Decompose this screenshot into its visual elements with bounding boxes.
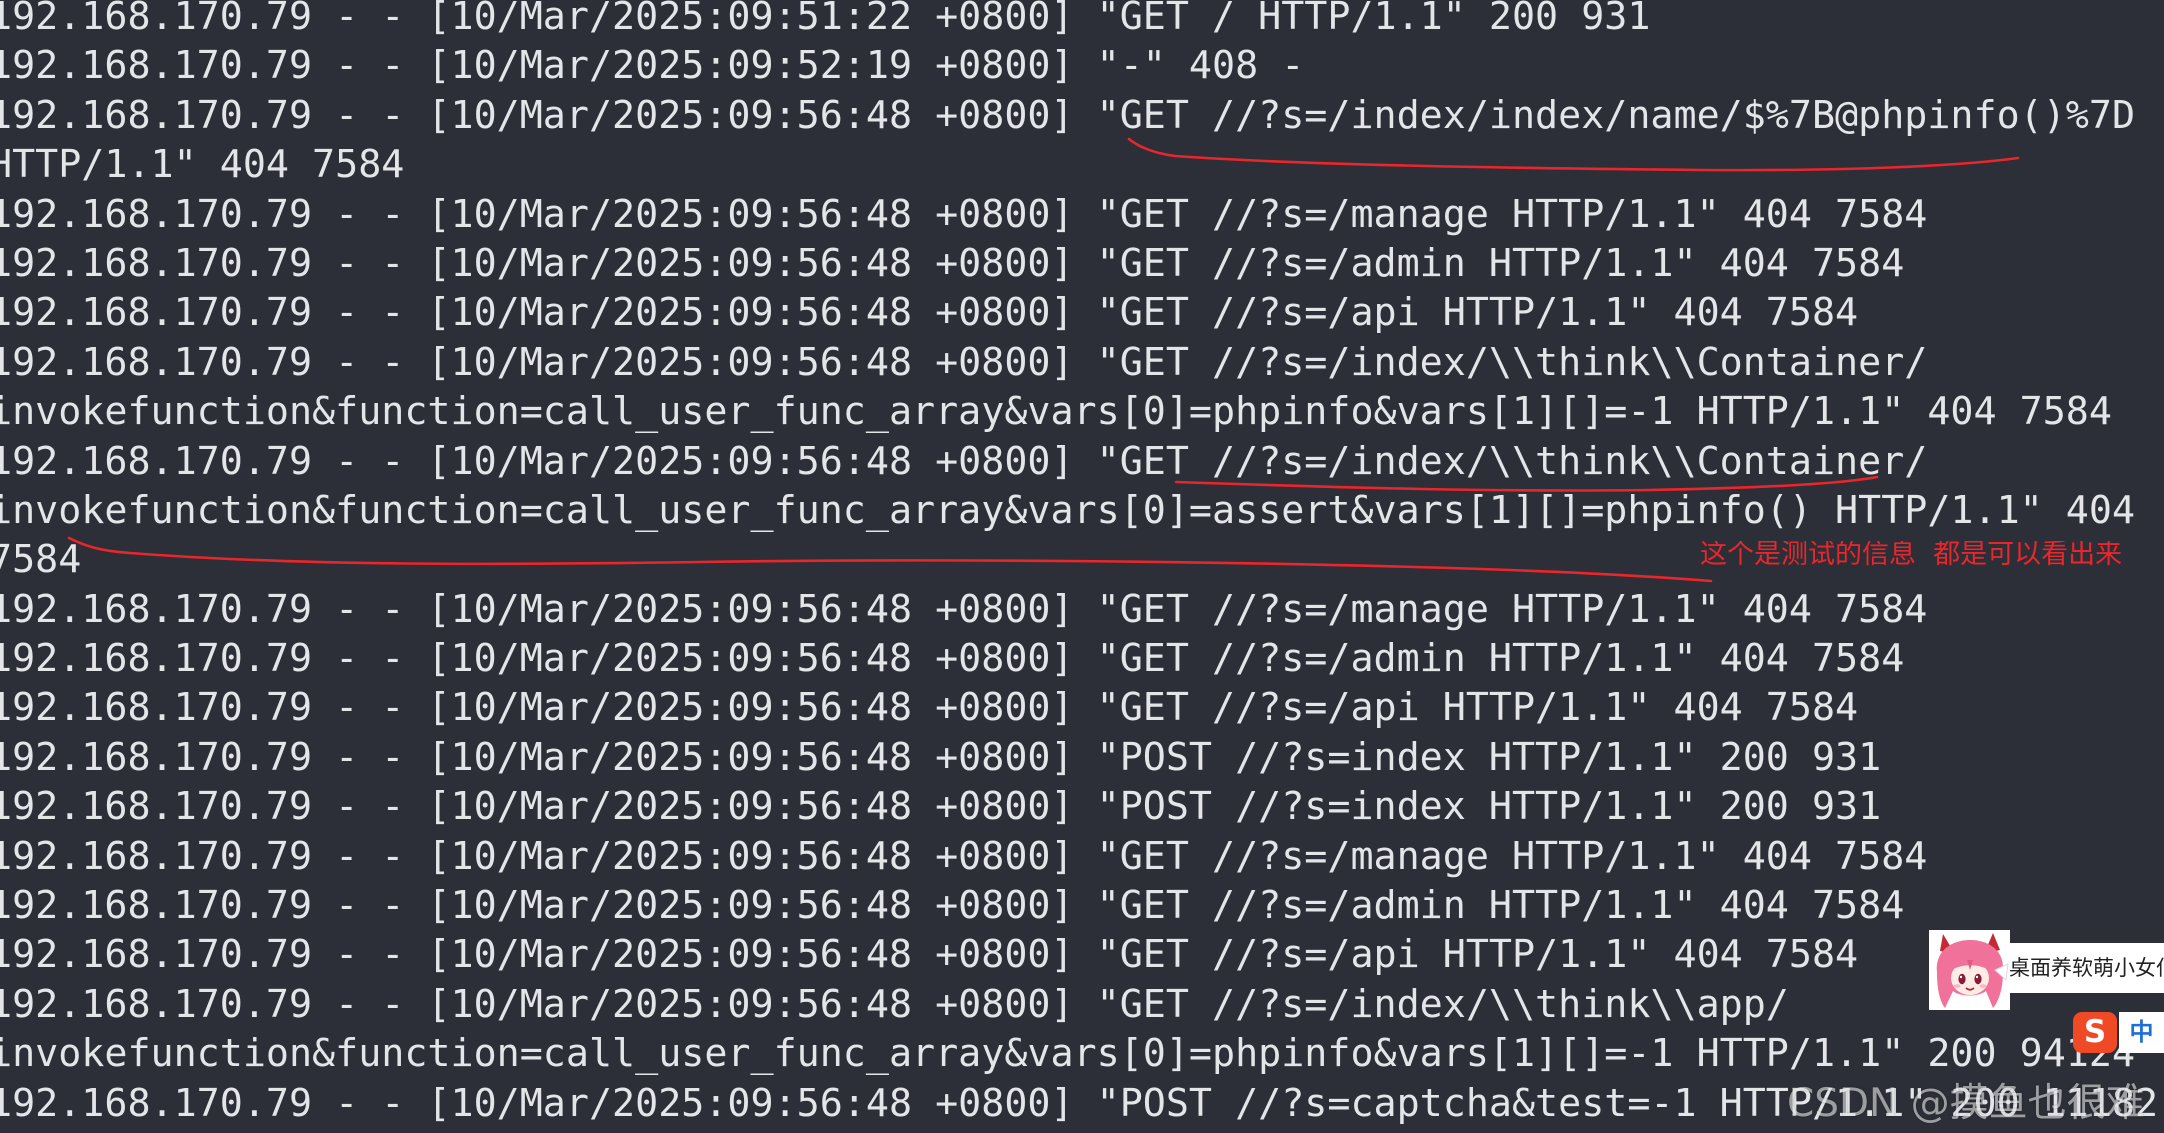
annotation-note: 这个是测试的信息 都是可以看出来 [1700,541,2123,569]
log-line: 192.168.170.79 - - [10/Mar/2025:09:56:48… [0,932,1859,978]
log-line: 192.168.170.79 - - [10/Mar/2025:09:56:48… [0,92,2136,138]
log-line-continuation: invokefunction&function=call_user_func_a… [0,389,2112,435]
log-line: 192.168.170.79 - - [10/Mar/2025:09:56:48… [0,883,1905,929]
desktop-pet-widget[interactable]: 桌面养软萌小女仆 [1929,930,2164,1010]
log-line: 192.168.170.79 - - [10/Mar/2025:09:56:48… [0,636,1905,682]
log-line: 192.168.170.79 - - [10/Mar/2025:09:56:48… [0,833,1928,879]
log-line-continuation: invokefunction&function=call_user_func_a… [0,1031,2136,1077]
log-line: 192.168.170.79 - - [10/Mar/2025:09:56:48… [0,191,1928,237]
log-line: 192.168.170.79 - - [10/Mar/2025:09:51:22… [0,0,1651,39]
log-line: 192.168.170.79 - - [10/Mar/2025:09:56:48… [0,586,1928,632]
anime-girl-avatar-icon[interactable] [1929,930,2010,1010]
log-line-continuation: HTTP/1.1" 404 7584 [0,142,405,188]
log-line: 192.168.170.79 - - [10/Mar/2025:09:56:48… [0,438,1928,484]
desktop-pet-label: 桌面养软萌小女仆 [2009,956,2164,980]
log-line: 192.168.170.79 - - [10/Mar/2025:09:56:48… [0,784,1882,830]
csdn-watermark: CSDN @摸鱼也很难 [1787,1082,2145,1126]
desktop-pet-label-box[interactable]: 桌面养软萌小女仆 [2009,943,2164,993]
log-line: 192.168.170.79 - - [10/Mar/2025:09:56:48… [0,981,1789,1027]
log-line: 192.168.170.79 - - [10/Mar/2025:09:56:48… [0,290,1859,336]
log-line-continuation: invokefunction&function=call_user_func_a… [0,487,2136,533]
log-line: 192.168.170.79 - - [10/Mar/2025:09:56:48… [0,240,1905,286]
sogou-logo-icon[interactable]: S [2073,1012,2117,1053]
log-line: 192.168.170.79 - - [10/Mar/2025:09:56:48… [0,685,1859,731]
log-line: 192.168.170.79 - - [10/Mar/2025:09:56:48… [0,339,1928,385]
log-line: 192.168.170.79 - - [10/Mar/2025:09:52:19… [0,43,1305,89]
ime-mode-label[interactable]: 中 [2119,1012,2164,1053]
ime-status-indicator[interactable]: S 中 [2073,1012,2164,1053]
log-line: 192.168.170.79 - - [10/Mar/2025:09:56:48… [0,734,1882,780]
